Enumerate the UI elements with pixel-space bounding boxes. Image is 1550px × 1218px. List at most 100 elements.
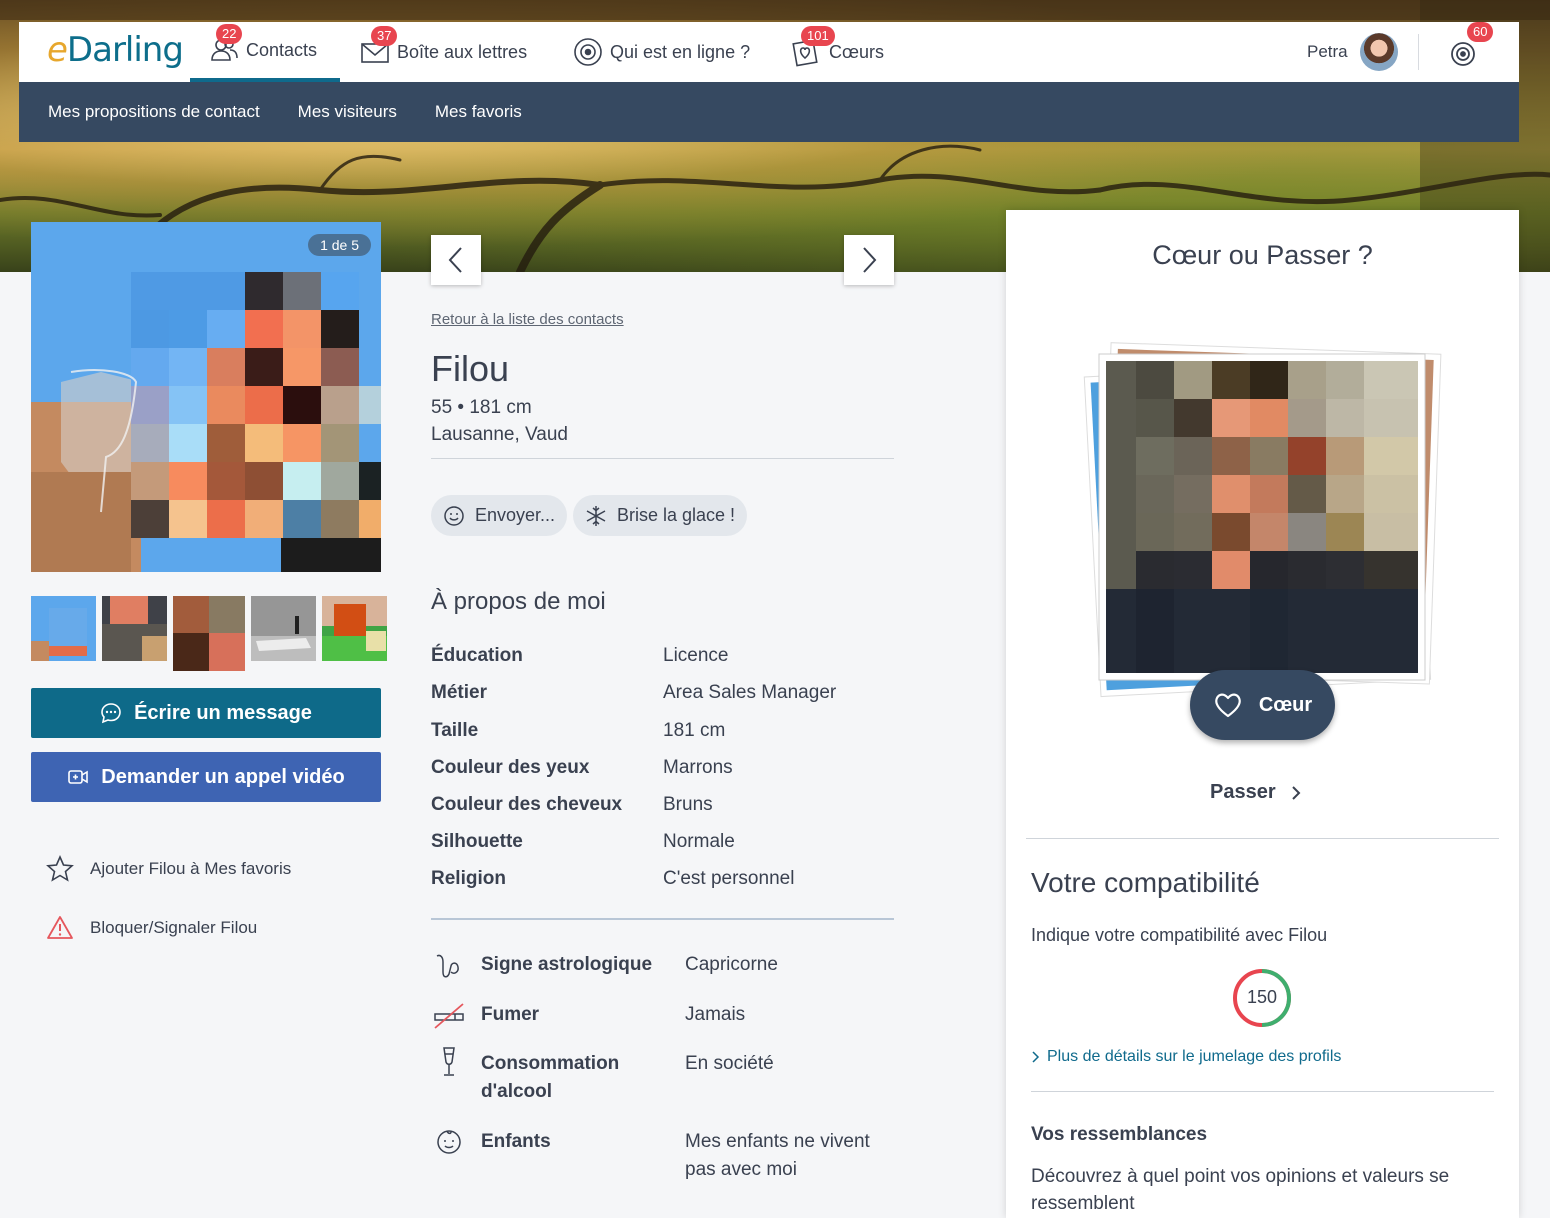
child-face-icon [433, 1126, 465, 1163]
chevron-right-icon [1291, 785, 1301, 800]
subnav-visitors[interactable]: Mes visiteurs [298, 102, 397, 122]
attr-key-height: Taille [431, 720, 479, 741]
photo-stack [1080, 340, 1450, 705]
block-report-link[interactable]: Bloquer/Signaler Filou [46, 914, 257, 942]
divider [1026, 838, 1499, 839]
mailbox-badge: 37 [371, 26, 398, 46]
score-value: 150 [1246, 987, 1278, 1007]
video-camera-icon [68, 770, 89, 784]
lifestyle-key-smoking: Fumer [481, 1004, 540, 1025]
divider [431, 918, 894, 920]
previous-profile-button[interactable] [431, 235, 481, 285]
sub-navigation: Mes propositions de contact Mes visiteur… [19, 82, 1519, 142]
lifestyle-value-astro: Capricorne [685, 954, 778, 975]
heart-button-label: Cœur [1258, 693, 1313, 716]
attr-value-religion: C'est personnel [663, 868, 795, 889]
about-title: À propos de moi [431, 588, 606, 615]
nav-hearts-label: Cœurs [829, 41, 884, 62]
block-report-label: Bloquer/Signaler Filou [90, 918, 258, 937]
thumbnail-1[interactable] [31, 596, 96, 661]
photo-counter: 1 de 5 [308, 234, 371, 256]
notifications-badge: 60 [1467, 22, 1494, 42]
hearts-badge: 101 [801, 26, 835, 46]
write-message-button[interactable]: Écrire un message [31, 688, 381, 738]
main-profile-photo[interactable]: 1 de 5 [31, 222, 381, 572]
hearts-icon: 101 [791, 26, 835, 68]
nav-contacts[interactable]: 22 Contacts [190, 22, 340, 82]
attr-value-job: Area Sales Manager [663, 682, 837, 703]
pass-button-label: Passer [1210, 781, 1276, 803]
lifestyle-key-alcohol: Consommation d'alcool [481, 1053, 620, 1102]
lifestyle-key-astro: Signe astrologique [481, 954, 653, 975]
attr-key-education: Éducation [431, 645, 523, 666]
video-call-button[interactable]: Demander un appel vidéo [31, 752, 381, 802]
nav-mailbox-label: Boîte aux lettres [397, 41, 528, 62]
compatibility-subtitle: Indique votre compatibilité avec Filou [1031, 925, 1328, 945]
pass-button[interactable]: Passer [1210, 781, 1302, 804]
subnav-contact-proposals[interactable]: Mes propositions de contact [48, 102, 260, 122]
profile-location: Lausanne, Vaud [431, 424, 568, 445]
divider [1031, 1091, 1494, 1092]
heart-button[interactable]: Cœur [1190, 670, 1335, 740]
divider [431, 458, 894, 459]
attr-value-eye-color: Marrons [663, 757, 733, 778]
match-card-title: Cœur ou Passer ? [1152, 240, 1373, 270]
chat-bubble-icon [101, 703, 121, 724]
chevron-right-icon [863, 247, 877, 273]
chevron-right-icon [1032, 1051, 1040, 1063]
notifications-icon: 60 [1449, 22, 1494, 68]
nav-contacts-label: Contacts [246, 39, 318, 60]
thumbnail-2[interactable] [102, 596, 167, 661]
send-smile-button[interactable]: Envoyer... [431, 495, 568, 536]
lifestyle-value-alcohol: En société [685, 1053, 774, 1074]
attr-value-silhouette: Normale [663, 831, 735, 852]
top-navigation: eDarling 22 Contacts 37 Boîte aux lettre… [19, 22, 1519, 82]
next-profile-button[interactable] [844, 235, 894, 285]
compatibility-title: Votre compatibilité [1031, 867, 1260, 898]
avatar [1359, 33, 1398, 71]
nav-online[interactable]: Qui est en ligne ? [572, 22, 750, 82]
chevron-left-icon [448, 247, 462, 273]
star-icon [46, 855, 74, 882]
lifestyle-value-children: Mes enfants ne vivent pas avec moi [685, 1131, 870, 1180]
contacts-icon: 22 [208, 24, 243, 66]
icebreaker-button[interactable]: Brise la glace ! [573, 495, 748, 536]
add-favorite-link[interactable]: Ajouter Filou à Mes favoris [46, 855, 291, 883]
mail-icon: 37 [359, 26, 398, 68]
send-label: Envoyer... [475, 505, 556, 525]
subnav-favorites[interactable]: Mes favoris [435, 102, 522, 122]
icebreaker-label: Brise la glace ! [617, 505, 736, 525]
edarling-logo[interactable]: eDarling [47, 30, 184, 70]
attr-value-height: 181 cm [663, 720, 726, 741]
pixelated-photo [31, 222, 381, 572]
nav-hearts[interactable]: 101 Cœurs [791, 22, 884, 82]
warning-icon [47, 916, 73, 939]
online-icon [572, 36, 604, 68]
heart-icon [1215, 693, 1241, 718]
attr-key-silhouette: Silhouette [431, 831, 523, 852]
no-smoking-icon [433, 1000, 465, 1037]
attr-key-religion: Religion [431, 868, 506, 889]
thumbnail-4[interactable] [251, 596, 316, 661]
thumbnail-5[interactable] [322, 596, 387, 661]
snowflake-icon [586, 505, 606, 526]
nav-mailbox[interactable]: 37 Boîte aux lettres [359, 22, 527, 82]
thumbnail-3[interactable] [173, 596, 245, 671]
add-favorite-label: Ajouter Filou à Mes favoris [90, 859, 292, 878]
compatibility-score: 150 [1232, 968, 1292, 1028]
user-menu[interactable]: Petra [1307, 22, 1398, 82]
back-to-contacts-link[interactable]: Retour à la liste des contacts [431, 311, 624, 328]
similarities-subtitle: Découvrez à quel point vos opinions et v… [1031, 1166, 1450, 1214]
champagne-glass-icon [433, 1046, 465, 1083]
nav-divider [1418, 34, 1419, 70]
profile-name: Filou [431, 348, 510, 389]
profile-matching-details-link[interactable]: Plus de détails sur le jumelage des prof… [1031, 1048, 1341, 1066]
stacked-photos [1083, 342, 1442, 698]
contacts-badge: 22 [216, 24, 243, 44]
lifestyle-key-children: Enfants [481, 1131, 551, 1152]
attr-key-eye-color: Couleur des yeux [431, 757, 590, 778]
notifications-button[interactable]: 60 [1449, 22, 1494, 82]
attr-key-job: Métier [431, 682, 487, 703]
smiley-icon [444, 505, 464, 526]
similarities-title: Vos ressemblances [1031, 1124, 1208, 1145]
